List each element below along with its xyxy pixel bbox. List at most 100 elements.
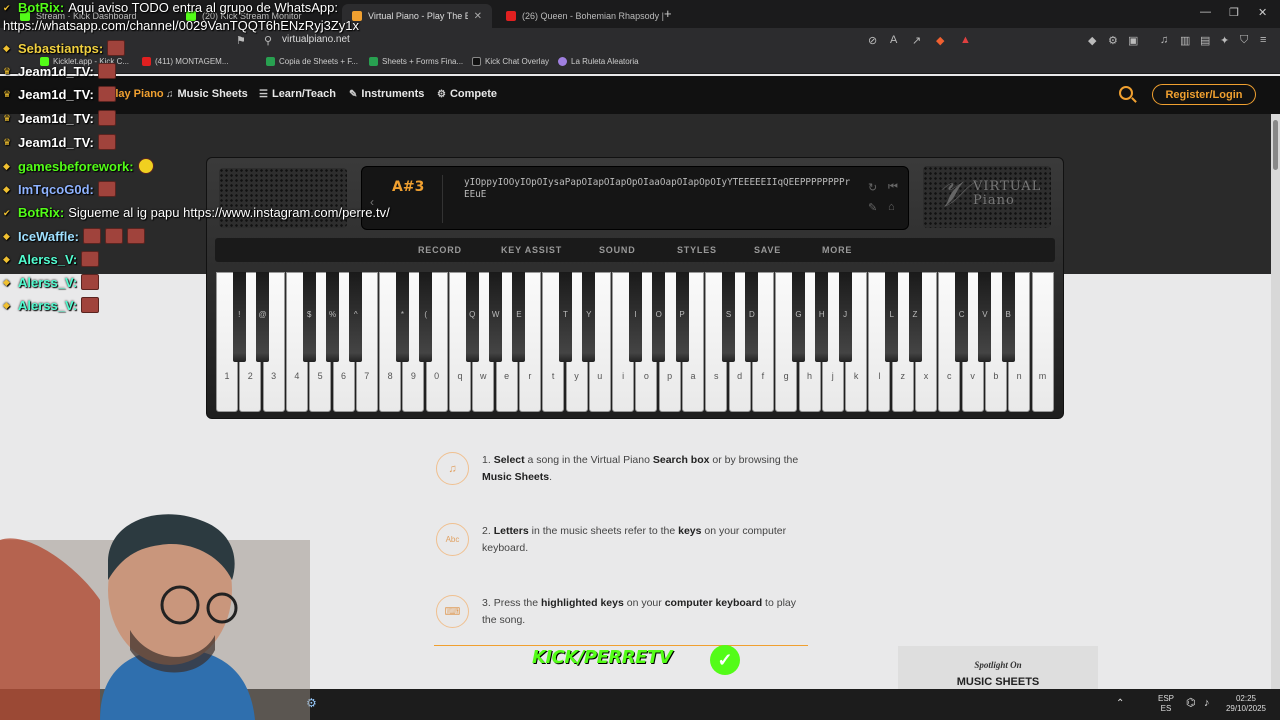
volume-icon[interactable]: ♪: [1204, 698, 1210, 709]
styles-button[interactable]: STYLES: [677, 245, 717, 255]
key-label: l: [878, 371, 881, 381]
black-key[interactable]: S: [722, 272, 736, 362]
minimize-icon[interactable]: —: [1200, 6, 1211, 18]
chat-username[interactable]: IceWaffle:: [18, 229, 79, 244]
logo-mark: 𝒱: [937, 174, 967, 215]
chat-username[interactable]: Jeam1d_TV:: [18, 135, 94, 150]
music-note-icon: ♫: [436, 452, 469, 485]
translate-icon[interactable]: ⊘: [868, 34, 877, 47]
stream-chat-overlay: ✔ BotRix: Aqui aviso TODO entra al grupo d…: [0, 0, 430, 320]
maximize-icon[interactable]: ❐: [1229, 6, 1239, 19]
clock[interactable]: 02:25 29/10/2025: [1222, 694, 1270, 714]
black-key[interactable]: W: [489, 272, 503, 362]
more-button[interactable]: MORE: [822, 245, 852, 255]
chat-username[interactable]: BotRix:: [18, 0, 64, 15]
black-key[interactable]: Q: [465, 272, 479, 362]
replay-icon[interactable]: ↻: [868, 181, 877, 194]
key-label: z: [900, 371, 905, 381]
black-key[interactable]: P: [675, 272, 689, 362]
key-assist-button[interactable]: KEY ASSIST: [501, 245, 562, 255]
menu-icon[interactable]: ≡: [1260, 34, 1266, 46]
home-icon[interactable]: ⌂: [888, 201, 895, 213]
chevron-up-icon[interactable]: ⌃: [1116, 699, 1124, 709]
chat-badge-icon: ◆: [3, 300, 10, 310]
register-login-button[interactable]: Register/Login: [1152, 84, 1256, 105]
chat-username[interactable]: Sebastiantps:: [18, 41, 103, 56]
scrollbar-thumb[interactable]: [1273, 120, 1278, 170]
chat-emote-icon: [97, 110, 116, 126]
key-label: S: [725, 310, 732, 319]
language-indicator[interactable]: ESP ES: [1158, 694, 1174, 714]
key-label: Q: [469, 310, 476, 319]
chat-username[interactable]: Jeam1d_TV:: [18, 111, 94, 126]
extension-icon[interactable]: ⚙: [1108, 34, 1118, 47]
sound-button[interactable]: SOUND: [599, 245, 636, 255]
search-icon[interactable]: [1119, 86, 1133, 100]
share-icon[interactable]: ↗: [912, 34, 921, 47]
skip-back-icon[interactable]: ⏮: [888, 181, 898, 194]
key-label: o: [643, 371, 649, 381]
close-tab-icon[interactable]: ✕: [474, 11, 482, 22]
chat-username[interactable]: Jeam1d_TV:: [18, 87, 94, 102]
step-text: 3. Press the highlighted keys on your co…: [482, 597, 796, 626]
chat-emote-icon: [81, 251, 100, 267]
bookmark-item[interactable]: Kick Chat Overlay: [472, 57, 549, 66]
new-tab-icon[interactable]: +: [664, 6, 672, 21]
language-icon[interactable]: A: [890, 34, 897, 46]
extension-icon[interactable]: ◆: [1088, 34, 1096, 47]
black-key[interactable]: C: [955, 272, 969, 362]
key-label: H: [818, 310, 825, 319]
black-key[interactable]: J: [838, 272, 852, 362]
page-scrollbar[interactable]: [1271, 114, 1280, 689]
spotlight-card[interactable]: Spotlight On MUSIC SHEETS: [898, 646, 1098, 689]
key-label: T: [563, 310, 568, 319]
chat-username[interactable]: Jeam1d_TV:: [18, 64, 94, 79]
chat-message: ◆ ImTqcoG0d:: [3, 181, 116, 197]
close-window-icon[interactable]: ✕: [1258, 6, 1267, 19]
key-label: V: [982, 310, 988, 319]
edit-icon[interactable]: ✎: [868, 201, 877, 214]
black-key[interactable]: O: [652, 272, 666, 362]
leo-icon[interactable]: ✦: [1220, 34, 1229, 47]
piano-display: ‹ A#3 yIOppyIOOyIOpOIysaPapOIapOIapOpOIa…: [361, 166, 909, 230]
extension-icon[interactable]: ▣: [1128, 34, 1138, 47]
vpn-icon[interactable]: ⛉: [1240, 34, 1248, 47]
bookmark-item[interactable]: La Ruleta Aleatoria: [558, 57, 639, 66]
black-key[interactable]: B: [1001, 272, 1015, 362]
chat-username[interactable]: Alerss_V:: [18, 275, 77, 290]
key-label: p: [667, 371, 673, 381]
black-key[interactable]: V: [978, 272, 992, 362]
black-key[interactable]: D: [745, 272, 759, 362]
black-key[interactable]: H: [815, 272, 829, 362]
music-icon[interactable]: ♫: [1160, 34, 1168, 46]
black-key[interactable]: E: [512, 272, 526, 362]
chat-message: ◆ Alerss_V:: [3, 251, 100, 267]
music-sheet-text[interactable]: yIOppyIOOyIOpOIysaPapOIapOIapOpOIaaOapOI…: [464, 177, 854, 201]
youtube-favicon-icon: [506, 11, 516, 21]
chat-username[interactable]: ImTqcoG0d:: [18, 182, 94, 197]
chat-username[interactable]: gamesbeforework:: [18, 159, 134, 174]
brave-shield-icon[interactable]: ◆: [936, 34, 944, 47]
black-key[interactable]: T: [559, 272, 572, 362]
chat-message: ♛ Jeam1d_TV:: [3, 134, 116, 150]
chat-username[interactable]: BotRix:: [18, 205, 64, 220]
black-key[interactable]: Y: [582, 272, 596, 362]
save-button[interactable]: SAVE: [754, 245, 781, 255]
nav-compete[interactable]: ⚙ Compete: [437, 88, 497, 100]
sidebar-icon[interactable]: ▥: [1180, 34, 1190, 47]
network-icon[interactable]: ⌬: [1186, 698, 1196, 709]
black-key[interactable]: I: [628, 272, 642, 362]
key-label: v: [970, 371, 975, 381]
chat-username[interactable]: Alerss_V:: [18, 298, 77, 313]
chat-username[interactable]: Alerss_V:: [18, 252, 77, 267]
white-key[interactable]: m: [1031, 272, 1054, 412]
black-key[interactable]: G: [792, 272, 805, 362]
black-key[interactable]: Z: [908, 272, 922, 362]
rewards-icon[interactable]: ▲: [960, 34, 971, 46]
key-label: L: [889, 310, 894, 319]
black-key[interactable]: L: [885, 272, 899, 362]
key-label: c: [947, 371, 952, 381]
browser-tab[interactable]: (26) Queen - Bohemian Rhapsody | Officia…: [496, 4, 666, 28]
chat-emote-icon: [137, 158, 154, 174]
wallet-icon[interactable]: ▤: [1200, 34, 1210, 47]
